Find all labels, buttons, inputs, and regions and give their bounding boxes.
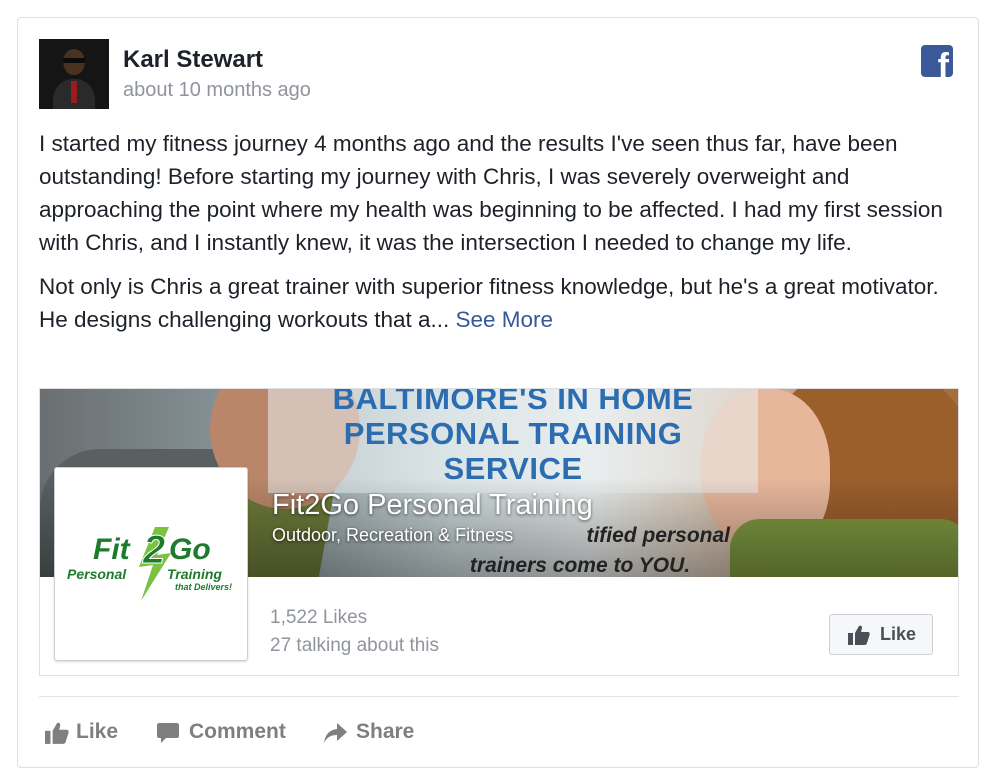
page-likes-count: 1,522 Likes <box>270 607 368 628</box>
comment-action[interactable]: Comment <box>157 720 297 746</box>
share-action-label: Share <box>356 720 415 743</box>
see-more-link[interactable]: See More <box>456 307 554 332</box>
logo-number: 2 <box>142 528 165 572</box>
page-name[interactable]: Fit2Go Personal Training <box>272 489 593 522</box>
like-action-label: Like <box>76 720 119 743</box>
page-category: Outdoor, Recreation & Fitness <box>272 525 514 545</box>
page-logo[interactable]: Fit 2 Go Personal Training that Delivers… <box>54 467 248 661</box>
logo-word-go: Go <box>169 533 211 566</box>
like-action[interactable]: Like <box>45 720 125 746</box>
thumbs-up-icon <box>45 722 69 744</box>
comment-action-label: Comment <box>189 720 286 743</box>
post-text: I started my fitness journey 4 months ag… <box>39 127 959 347</box>
post-paragraph-1: I started my fitness journey 4 months ag… <box>39 131 943 255</box>
logo-sub-tagline: that Delivers! <box>175 582 232 592</box>
post-card: Karl Stewart about 10 months ago f I sta… <box>17 17 979 768</box>
cover-headline: BALTIMORE'S IN HOME PERSONAL TRAINING SE… <box>268 389 758 486</box>
page-like-label: Like <box>880 624 917 644</box>
cover-headline-line-2: PERSONAL TRAINING <box>343 416 683 451</box>
facebook-icon[interactable]: f <box>921 45 953 77</box>
cover-headline-line-1: BALTIMORE'S IN HOME <box>332 389 694 416</box>
page-like-button[interactable]: Like <box>829 614 933 655</box>
author-avatar[interactable] <box>39 39 109 109</box>
logo-sub-training: Training <box>167 566 222 582</box>
logo-word-fit: Fit <box>93 533 132 566</box>
fit2go-logo: Fit 2 Go Personal Training that Delivers… <box>67 527 232 601</box>
post-timestamp[interactable]: about 10 months ago <box>123 79 311 102</box>
comment-icon <box>157 723 179 743</box>
post-paragraph-2: Not only is Chris a great trainer with s… <box>39 270 959 336</box>
logo-sub-personal: Personal <box>67 566 127 582</box>
share-icon <box>324 723 347 743</box>
cover-tagline-line-2: trainers come to YOU. <box>469 554 691 577</box>
author-name[interactable]: Karl Stewart <box>123 46 263 74</box>
page-talking-count: 27 talking about this <box>270 635 440 656</box>
actions-divider <box>39 696 959 697</box>
thumbs-up-icon <box>848 625 870 645</box>
share-action[interactable]: Share <box>323 720 423 746</box>
page-attachment[interactable]: BALTIMORE'S IN HOME PERSONAL TRAINING SE… <box>39 388 959 676</box>
